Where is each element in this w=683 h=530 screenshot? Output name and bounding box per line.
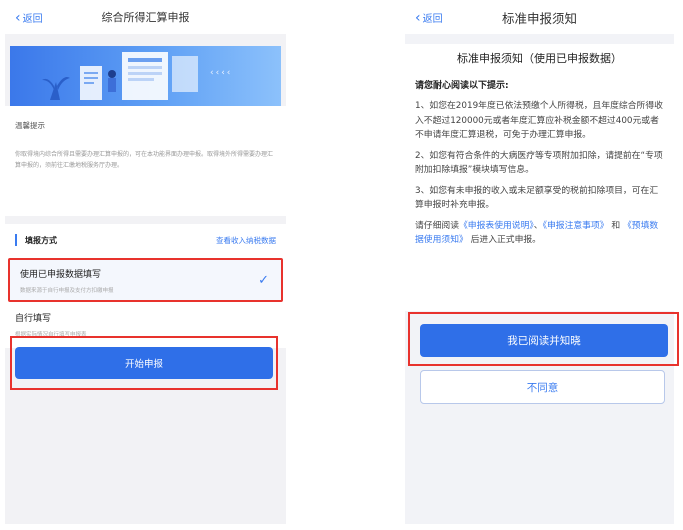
- form-usage-link[interactable]: 《申报表使用说明》: [459, 221, 534, 231]
- right-screen: ‹ 返回 标准申报须知 标准申报须知（使用已申报数据） 请您耐心阅读以下提示: …: [405, 0, 679, 524]
- start-declaration-button[interactable]: 开始申报: [15, 347, 273, 379]
- method-header: 填报方式 查看收入纳税数据: [5, 224, 286, 258]
- tip-text: 你取得境内综合所得且需要办理汇算申报的，可在本功能界面办理申报。取得境外所得需要…: [15, 151, 274, 169]
- left-screen: ‹ 返回 综合所得汇算申报 ‹‹‹‹ 温馨提示 你取得境内综合所得且需要办理汇算…: [5, 0, 286, 524]
- back-label: 返回: [422, 14, 443, 25]
- notice-paragraph: 1、如您在2019年度已依法预缴个人所得税，且年度综合所得收入不超过120000…: [415, 101, 663, 140]
- checkmark-icon: ✓: [258, 273, 269, 288]
- left-nav-bar: ‹ 返回 综合所得汇算申报: [5, 0, 286, 34]
- notice-paragraph: 2、如您有符合条件的大病医疗等专项附加扣除，请提前在“专项附加扣除填报”模块填写…: [415, 150, 663, 176]
- agree-button[interactable]: 我已阅读并知晓: [420, 324, 668, 357]
- divider: [5, 216, 286, 224]
- banner-illustration: ‹‹‹‹: [10, 46, 281, 106]
- back-label: 返回: [22, 14, 43, 25]
- option-subtitle: 数据来源于自行申报及支付方扣缴申报: [20, 288, 114, 294]
- back-button[interactable]: ‹ 返回: [15, 9, 43, 26]
- tip-box: 温馨提示 你取得境内综合所得且需要办理汇算申报的，可在本功能界面办理申报。取得境…: [5, 106, 286, 216]
- chevron-left-icon: ‹: [415, 9, 421, 26]
- view-tax-data-link[interactable]: 查看收入纳税数据: [216, 235, 276, 246]
- page-title: 综合所得汇算申报: [101, 11, 190, 24]
- banner-arrows: ‹‹‹‹: [210, 68, 233, 78]
- notice-lead: 请您耐心阅读以下提示:: [415, 81, 509, 91]
- tip-title: 温馨提示: [15, 121, 45, 130]
- method-section: 填报方式 查看收入纳税数据 使用已申报数据填写 数据来源于自行申报及支付方扣缴申…: [5, 224, 286, 348]
- option-use-declared-data[interactable]: 使用已申报数据填写 数据来源于自行申报及支付方扣缴申报 ✓: [8, 258, 283, 302]
- chevron-left-icon: ‹: [15, 9, 21, 26]
- option-title: 自行填写: [15, 314, 52, 324]
- notice-card: 标准申报须知（使用已申报数据） 请您耐心阅读以下提示: 1、如您在2019年度已…: [405, 44, 674, 311]
- agree-button-highlight: 我已阅读并知晓: [408, 312, 679, 366]
- banner-graphic: [42, 52, 198, 100]
- option-title: 使用已申报数据填写: [20, 270, 102, 280]
- method-label: 填报方式: [25, 236, 57, 245]
- back-button[interactable]: ‹ 返回: [415, 9, 443, 26]
- right-nav-bar: ‹ 返回 标准申报须知: [405, 0, 674, 34]
- read-instructions: 请仔细阅读《申报表使用说明》、《申报注意事项》 和 《预填数据使用须知》 后进入…: [415, 220, 659, 246]
- declaration-notes-link[interactable]: 《申报注意事项》: [543, 221, 609, 231]
- notice-title: 标准申报须知（使用已申报数据）: [457, 52, 622, 65]
- disagree-button[interactable]: 不同意: [420, 370, 665, 404]
- notice-paragraph: 3、如您有未申报的收入或未足额享受的税前扣除项目，可在汇算申报时补充申报。: [415, 185, 659, 211]
- page-title: 标准申报须知: [501, 10, 577, 26]
- section-marker: [15, 234, 17, 246]
- start-button-highlight: 开始申报: [10, 336, 278, 390]
